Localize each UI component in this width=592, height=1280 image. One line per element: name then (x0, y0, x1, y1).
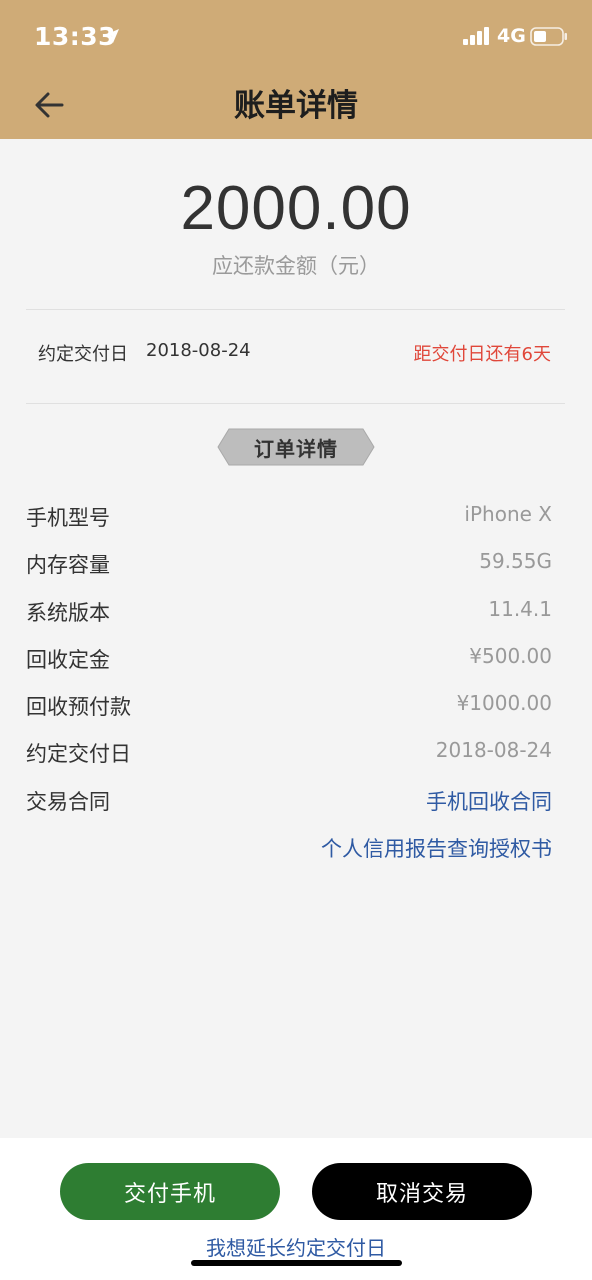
detail-row-credit-auth: 个人信用报告查询授权书 (0, 824, 592, 871)
amount-section: 2000.00 应还款金额（元） (0, 170, 592, 280)
detail-value: ¥500.00 (469, 643, 552, 668)
detail-value: 59.55G (479, 549, 552, 574)
detail-row-storage: 内存容量 59.55G (0, 540, 592, 587)
signal-bars-icon (463, 27, 489, 45)
detail-label: 内存容量 (26, 553, 110, 578)
repayment-amount: 2000.00 (180, 174, 412, 243)
credit-report-authorization-link[interactable]: 个人信用报告查询授权书 (321, 833, 552, 863)
due-date-value: 2018-08-24 (146, 340, 251, 361)
due-date-label: 约定交付日 (38, 344, 128, 365)
battery-icon (530, 27, 567, 46)
detail-label: 回收定金 (26, 647, 110, 672)
location-arrow-icon (105, 29, 119, 43)
detail-label: 手机型号 (26, 506, 110, 530)
recycle-contract-link[interactable]: 手机回收合同 (426, 786, 552, 816)
home-indicator[interactable] (191, 1260, 402, 1266)
section-title: 订单详情 (254, 436, 338, 461)
order-details-list: 手机型号 iPhone X 内存容量 59.55G 系统版本 11.4.1 回收… (0, 493, 592, 871)
detail-value: iPhone X (464, 502, 552, 526)
detail-value: 2018-08-24 (435, 738, 552, 763)
detail-row-due-date: 约定交付日 2018-08-24 (0, 729, 592, 776)
detail-label: 约定交付日 (26, 742, 131, 767)
detail-row-deposit: 回收定金 ¥500.00 (0, 635, 592, 682)
cancel-transaction-button[interactable]: 取消交易 (312, 1163, 532, 1220)
divider (26, 309, 565, 310)
status-bar: 13:33 4G (0, 0, 592, 72)
detail-row-contract: 交易合同 手机回收合同 (0, 777, 592, 824)
due-date-row: 约定交付日 2018-08-24 距交付日还有6天 (0, 330, 592, 376)
detail-value: ¥1000.00 (456, 691, 552, 716)
detail-label: 系统版本 (26, 600, 110, 625)
detail-row-prepayment: 回收预付款 ¥1000.00 (0, 682, 592, 729)
extend-due-date-link[interactable]: 我想延长约定交付日 (0, 1232, 592, 1261)
due-countdown: 距交付日还有6天 (413, 344, 551, 365)
detail-value: 11.4.1 (488, 596, 552, 621)
nav-bar: 账单详情 (0, 72, 592, 139)
divider (26, 403, 565, 404)
repayment-amount-label: 应还款金额（元） (212, 254, 380, 278)
page-title: 账单详情 (234, 88, 358, 124)
action-footer: 交付手机 取消交易 我想延长约定交付日 (0, 1138, 592, 1280)
detail-row-model: 手机型号 iPhone X (0, 493, 592, 540)
detail-row-os-version: 系统版本 11.4.1 (0, 588, 592, 635)
network-type: 4G (497, 25, 526, 47)
deliver-phone-button[interactable]: 交付手机 (60, 1163, 280, 1220)
app-header: 13:33 4G 账单详情 (0, 0, 592, 139)
order-details-tag: 订单详情 (217, 428, 375, 466)
contract-label: 交易合同 (26, 789, 110, 814)
detail-label: 回收预付款 (26, 695, 131, 720)
